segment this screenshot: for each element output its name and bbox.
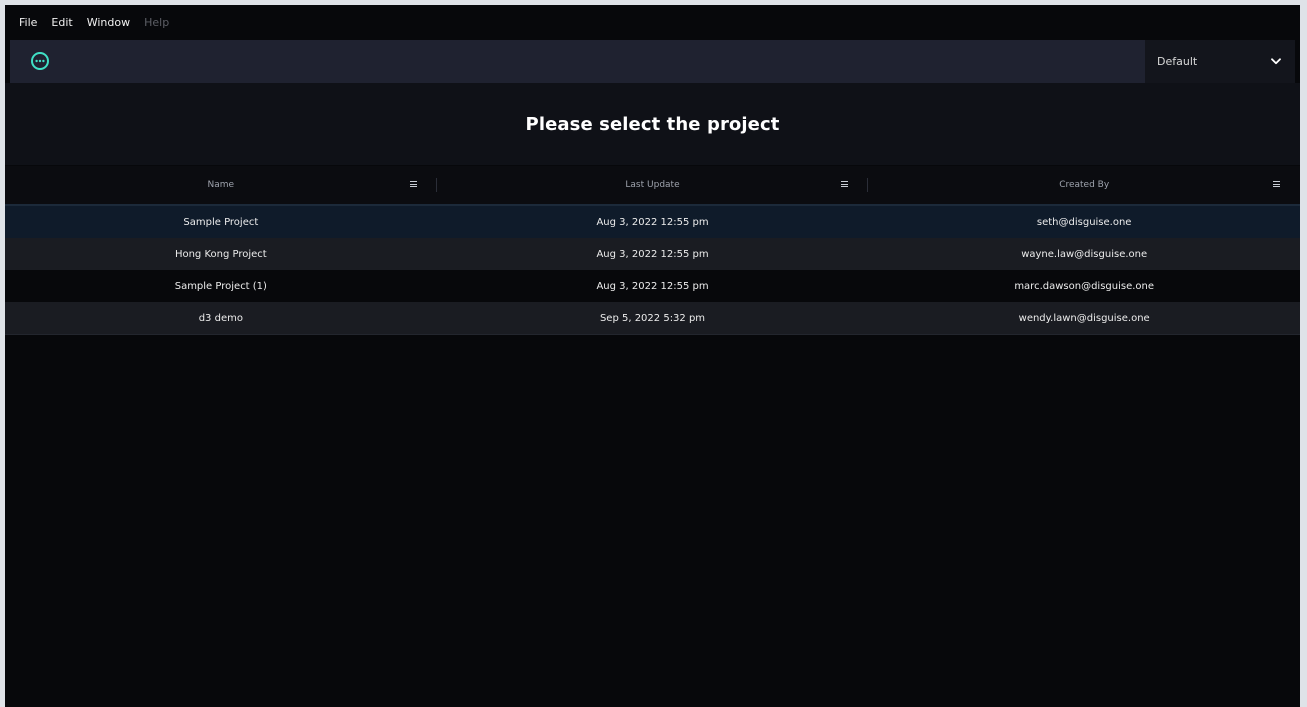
menu-edit[interactable]: Edit xyxy=(51,16,72,29)
column-header-created-by[interactable]: Created By xyxy=(868,166,1300,204)
project-table: Name Last Update Created By Sample Proje… xyxy=(5,166,1300,335)
column-header-label: Created By xyxy=(1059,180,1110,190)
column-header-label: Last Update xyxy=(625,180,680,190)
column-menu-icon[interactable] xyxy=(1273,181,1281,187)
column-menu-icon[interactable] xyxy=(841,181,849,187)
app-window: File Edit Window Help Default Please sel… xyxy=(5,5,1300,707)
cell-created-by: wendy.lawn@disguise.one xyxy=(1018,312,1150,324)
column-header-last-update[interactable]: Last Update xyxy=(437,166,869,204)
heading-area: Please select the project xyxy=(5,83,1300,165)
table-row[interactable]: d3 demo Sep 5, 2022 5:32 pm wendy.lawn@d… xyxy=(5,302,1300,335)
table-header: Name Last Update Created By xyxy=(5,166,1300,206)
menu-bar: File Edit Window Help xyxy=(5,5,1300,39)
column-header-label: Name xyxy=(207,180,235,190)
cell-name: Sample Project xyxy=(183,216,259,228)
toolbar: Default xyxy=(10,40,1295,83)
cell-created-by: wayne.law@disguise.one xyxy=(1021,248,1148,260)
menu-help[interactable]: Help xyxy=(144,16,169,29)
configuration-dropdown[interactable]: Default xyxy=(1145,40,1295,83)
table-body: Sample Project Aug 3, 2022 12:55 pm seth… xyxy=(5,206,1300,335)
menu-file[interactable]: File xyxy=(19,16,37,29)
table-row[interactable]: Hong Kong Project Aug 3, 2022 12:55 pm w… xyxy=(5,238,1300,270)
cell-name: d3 demo xyxy=(198,312,243,324)
cell-name: Sample Project (1) xyxy=(174,280,267,292)
table-row[interactable]: Sample Project (1) Aug 3, 2022 12:55 pm … xyxy=(5,270,1300,302)
column-header-name[interactable]: Name xyxy=(5,166,437,204)
options-button[interactable] xyxy=(30,51,50,71)
chevron-down-icon xyxy=(1271,58,1281,65)
cell-last-update: Aug 3, 2022 12:55 pm xyxy=(596,280,709,292)
cell-created-by: seth@disguise.one xyxy=(1036,216,1132,228)
page-title: Please select the project xyxy=(525,113,780,135)
column-menu-icon[interactable] xyxy=(409,181,417,187)
cell-last-update: Sep 5, 2022 5:32 pm xyxy=(599,312,706,324)
more-horizontal-circle-icon xyxy=(31,52,49,70)
cell-last-update: Aug 3, 2022 12:55 pm xyxy=(596,248,709,260)
cell-name: Hong Kong Project xyxy=(174,248,267,260)
cell-created-by: marc.dawson@disguise.one xyxy=(1014,280,1155,292)
menu-window[interactable]: Window xyxy=(87,16,130,29)
cell-last-update: Aug 3, 2022 12:55 pm xyxy=(596,216,709,228)
configuration-dropdown-value: Default xyxy=(1157,55,1198,68)
table-row[interactable]: Sample Project Aug 3, 2022 12:55 pm seth… xyxy=(5,206,1300,238)
